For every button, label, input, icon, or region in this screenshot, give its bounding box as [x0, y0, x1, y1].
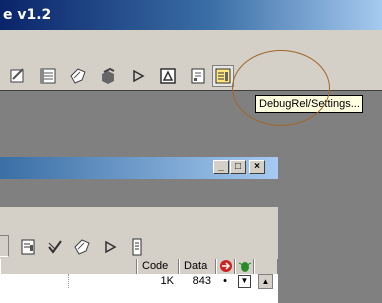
- settings-doc-icon[interactable]: [18, 237, 38, 257]
- column-header-bug[interactable]: [235, 259, 254, 274]
- child-toolbar: [0, 207, 278, 259]
- check-icon[interactable]: [45, 237, 65, 257]
- row-divider: [68, 274, 69, 288]
- app-title: e v1.2: [3, 7, 52, 23]
- scroll-up-button[interactable]: ▲: [258, 274, 273, 289]
- document-icon[interactable]: [188, 66, 208, 86]
- tag-icon[interactable]: [72, 237, 92, 257]
- app-title-bar: e v1.2: [0, 0, 382, 30]
- tooltip: DebugRel/Settings...: [255, 95, 363, 113]
- chevron-down-icon[interactable]: ▼: [238, 275, 251, 288]
- play-icon[interactable]: [128, 66, 148, 86]
- row-code: 1K: [160, 275, 174, 287]
- device-icon[interactable]: [127, 237, 147, 257]
- component-icon[interactable]: [98, 66, 118, 86]
- row-data: 843: [192, 275, 211, 287]
- workspace-background: [278, 157, 382, 303]
- main-toolbar: [0, 62, 382, 91]
- column-header-blank[interactable]: [0, 259, 137, 274]
- minimize-button[interactable]: _: [213, 160, 229, 174]
- bug-icon: [238, 262, 252, 272]
- menu-bar: [0, 30, 382, 63]
- scroll-edge: [0, 235, 9, 257]
- close-button[interactable]: ×: [249, 160, 265, 174]
- maximize-button[interactable]: □: [230, 160, 246, 174]
- row-bullet: •: [223, 275, 227, 287]
- list-icon[interactable]: [38, 66, 58, 86]
- tag-icon[interactable]: [68, 66, 88, 86]
- column-header-break[interactable]: [216, 259, 235, 274]
- breakpoint-icon: [220, 260, 232, 272]
- child-window: _ □ × Code Data 1K 843 • ▼ ▲: [0, 157, 278, 303]
- column-headers: Code Data: [0, 259, 278, 274]
- debugrel-settings-icon[interactable]: [212, 65, 234, 87]
- play-icon[interactable]: [100, 237, 120, 257]
- table-row[interactable]: 1K 843 • ▼ ▲: [0, 274, 278, 303]
- column-header-grip: [254, 259, 278, 274]
- child-menu-strip: [0, 179, 278, 208]
- column-header-code[interactable]: Code: [137, 259, 179, 274]
- column-header-data[interactable]: Data: [179, 259, 216, 274]
- chip-icon[interactable]: [158, 66, 178, 86]
- edit-icon[interactable]: [8, 66, 28, 86]
- child-title-bar: _ □ ×: [0, 157, 278, 179]
